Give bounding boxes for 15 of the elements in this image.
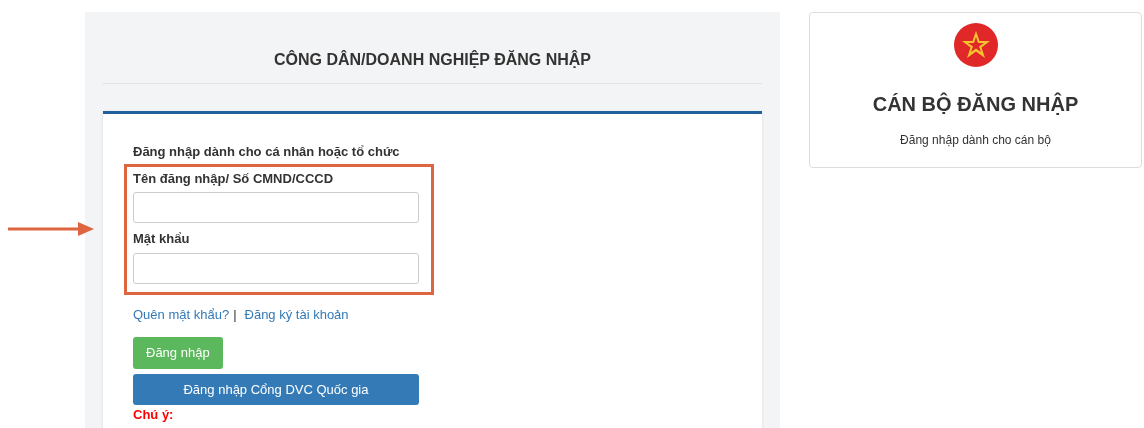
field-label: Mật khẩu bbox=[133, 230, 191, 248]
officer-title: CÁN BỘ ĐĂNG NHẬP bbox=[872, 91, 1079, 117]
login-subtitle: Đăng nhập dành cho cá nhân hoặc tổ chức bbox=[133, 143, 401, 161]
panel-title: CÔNG DÂN/DOANH NGHIỆP ĐĂNG NHẬP bbox=[103, 12, 762, 84]
star-emblem-icon bbox=[953, 23, 998, 67]
link-separator: | bbox=[233, 305, 237, 324]
register-link[interactable]: Đăng ký tài khoản bbox=[244, 304, 349, 324]
forgot-password-link[interactable]: Quên mật khẩu? bbox=[133, 304, 230, 324]
login-button[interactable]: Đăng nhập bbox=[133, 337, 223, 369]
input-field[interactable] bbox=[133, 252, 419, 284]
input-field[interactable] bbox=[133, 192, 419, 223]
note-label: Chú ý: bbox=[133, 406, 175, 424]
national-portal-button[interactable]: Đăng nhập Cổng DVC Quốc gia bbox=[133, 374, 419, 405]
officer-subtitle: Đăng nhập dành cho cán bộ bbox=[900, 132, 1051, 149]
field-label: Tên đăng nhập/ Số CMND/CCCD bbox=[133, 169, 335, 188]
